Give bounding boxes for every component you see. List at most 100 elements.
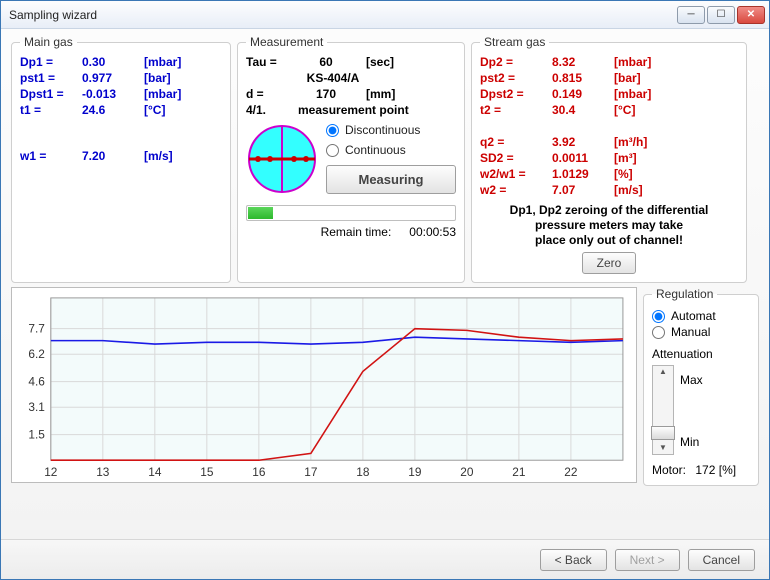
tau-value: 60 xyxy=(298,55,354,69)
main-gas-key: Dp1 = xyxy=(20,55,82,69)
stream-gas-val: 30.4 xyxy=(552,103,614,117)
stream-gas-panel: Stream gas Dp2 =8.32[mbar]pst2 =0.815[ba… xyxy=(471,35,747,283)
point-index: 4/1. xyxy=(246,103,298,117)
main-gas-legend: Main gas xyxy=(20,35,77,49)
regulation-legend: Regulation xyxy=(652,287,717,301)
slider-up-icon[interactable]: ▲ xyxy=(659,368,667,376)
regulation-panel: Regulation Automat Manual Attenuation xyxy=(643,287,759,486)
svg-text:7.7: 7.7 xyxy=(28,322,44,336)
cancel-button[interactable]: Cancel xyxy=(688,549,755,571)
stream-gas-key: w2 = xyxy=(480,183,552,197)
stream-gas-unit: [m³] xyxy=(614,151,674,165)
stream-gas-val: 0.0011 xyxy=(552,151,614,165)
motor-value: 172 xyxy=(695,463,715,477)
d-unit: [mm] xyxy=(366,87,420,101)
remain-value: 00:00:53 xyxy=(409,225,456,239)
attenuation-label: Attenuation xyxy=(652,347,750,361)
svg-text:16: 16 xyxy=(252,465,266,479)
mode-discontinuous-radio[interactable] xyxy=(326,124,339,137)
svg-text:18: 18 xyxy=(356,465,370,479)
stream-gas-unit: [%] xyxy=(614,167,674,181)
tau-unit: [sec] xyxy=(366,55,420,69)
mode-continuous[interactable]: Continuous xyxy=(326,143,456,157)
ks-code: KS-404/A xyxy=(246,71,420,85)
svg-text:17: 17 xyxy=(304,465,317,479)
remain-label: Remain time: xyxy=(321,225,392,239)
svg-text:3.1: 3.1 xyxy=(28,400,45,414)
attenuation-slider[interactable]: ▲ ▼ xyxy=(652,365,674,455)
regulation-manual-radio[interactable] xyxy=(652,326,665,339)
measurement-panel: Measurement Tau = 60 [sec] KS-404/A d = … xyxy=(237,35,465,283)
main-gas-unit: [°C] xyxy=(144,103,204,117)
stream-gas-val: 8.32 xyxy=(552,55,614,69)
svg-text:14: 14 xyxy=(148,465,162,479)
stream-gas-unit: [bar] xyxy=(614,71,674,85)
main-gas-val: 7.20 xyxy=(82,149,144,163)
main-gas-val: 0.977 xyxy=(82,71,144,85)
main-gas-unit: [mbar] xyxy=(144,55,204,69)
stream-gas-val: 3.92 xyxy=(552,135,614,149)
motor-unit: [%] xyxy=(719,463,736,477)
svg-text:15: 15 xyxy=(200,465,214,479)
tau-label: Tau = xyxy=(246,55,298,69)
zero-warning: Dp1, Dp2 zeroing of the differentialpres… xyxy=(480,203,738,248)
stream-gas-unit: [mbar] xyxy=(614,55,674,69)
svg-text:13: 13 xyxy=(96,465,110,479)
next-button[interactable]: Next > xyxy=(615,549,680,571)
svg-text:19: 19 xyxy=(408,465,422,479)
compass-diagram xyxy=(246,123,318,195)
stream-gas-unit: [mbar] xyxy=(614,87,674,101)
main-gas-unit: [m/s] xyxy=(144,149,204,163)
back-button[interactable]: < Back xyxy=(540,549,607,571)
slider-max-label: Max xyxy=(680,373,703,387)
main-gas-val: 24.6 xyxy=(82,103,144,117)
mode-discontinuous[interactable]: Discontinuous xyxy=(326,123,456,137)
stream-gas-val: 1.0129 xyxy=(552,167,614,181)
zero-button[interactable]: Zero xyxy=(582,252,637,274)
d-value: 170 xyxy=(298,87,354,101)
window-title: Sampling wizard xyxy=(9,8,677,22)
motor-label: Motor: xyxy=(652,463,686,477)
main-gas-key: pst1 = xyxy=(20,71,82,85)
svg-text:1.5: 1.5 xyxy=(28,428,45,442)
stream-gas-key: Dp2 = xyxy=(480,55,552,69)
point-text: measurement point xyxy=(298,103,420,117)
svg-text:20: 20 xyxy=(460,465,474,479)
main-gas-key: Dpst1 = xyxy=(20,87,82,101)
stream-gas-key: q2 = xyxy=(480,135,552,149)
slider-down-icon[interactable]: ▼ xyxy=(659,444,667,452)
main-gas-key: t1 = xyxy=(20,103,82,117)
progress-bar xyxy=(246,205,456,221)
stream-gas-unit: [°C] xyxy=(614,103,674,117)
stream-gas-unit: [m³/h] xyxy=(614,135,674,149)
measuring-button[interactable]: Measuring xyxy=(326,165,456,194)
stream-gas-legend: Stream gas xyxy=(480,35,549,49)
close-button[interactable]: ✕ xyxy=(737,6,765,24)
regulation-automat[interactable]: Automat xyxy=(652,309,750,323)
svg-text:6.2: 6.2 xyxy=(28,347,44,361)
regulation-manual[interactable]: Manual xyxy=(652,325,750,339)
stream-gas-key: pst2 = xyxy=(480,71,552,85)
mode-continuous-radio[interactable] xyxy=(326,144,339,157)
main-gas-val: -0.013 xyxy=(82,87,144,101)
svg-text:21: 21 xyxy=(512,465,526,479)
stream-gas-unit: [m/s] xyxy=(614,183,674,197)
stream-gas-val: 0.815 xyxy=(552,71,614,85)
main-gas-unit: [mbar] xyxy=(144,87,204,101)
stream-gas-val: 0.149 xyxy=(552,87,614,101)
stream-gas-key: Dpst2 = xyxy=(480,87,552,101)
main-gas-panel: Main gas Dp1 =0.30[mbar]pst1 =0.977[bar]… xyxy=(11,35,231,283)
d-label: d = xyxy=(246,87,298,101)
stream-gas-key: SD2 = xyxy=(480,151,552,165)
regulation-automat-radio[interactable] xyxy=(652,310,665,323)
stream-gas-val: 7.07 xyxy=(552,183,614,197)
slider-thumb[interactable] xyxy=(651,426,675,440)
svg-text:22: 22 xyxy=(564,465,577,479)
stream-gas-key: w2/w1 = xyxy=(480,167,552,181)
trend-chart: 12131415161718192021221.53.14.66.27.7 xyxy=(11,287,637,483)
maximize-button[interactable]: ☐ xyxy=(707,6,735,24)
main-gas-val: 0.30 xyxy=(82,55,144,69)
measurement-legend: Measurement xyxy=(246,35,327,49)
minimize-button[interactable]: ─ xyxy=(677,6,705,24)
svg-text:12: 12 xyxy=(44,465,57,479)
